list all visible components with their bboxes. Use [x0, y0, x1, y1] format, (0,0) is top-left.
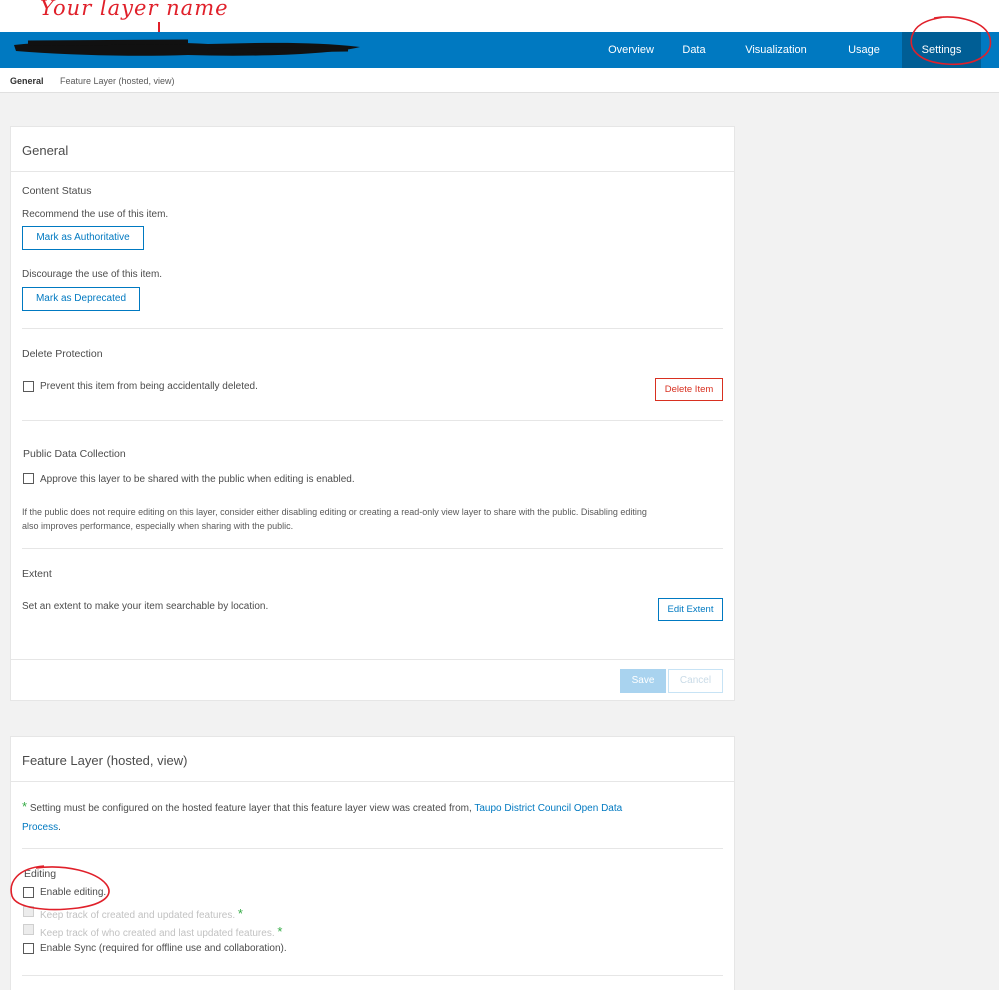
required-star-icon: * [22, 799, 28, 814]
note-end: . [58, 822, 61, 833]
public-note-line2: also improves performance, especially wh… [22, 521, 294, 531]
keep-track-features-checkbox[interactable] [23, 906, 34, 917]
mark-deprecated-button[interactable]: Mark as Deprecated [22, 287, 140, 311]
delete-protection-heading: Delete Protection [22, 348, 103, 360]
save-button[interactable]: Save [620, 669, 666, 693]
editing-heading: Editing [24, 868, 57, 880]
divider [22, 848, 723, 849]
extent-heading: Extent [22, 568, 52, 580]
general-card: General Content Status Recommend the use… [10, 126, 735, 701]
required-star-icon: * [237, 906, 243, 921]
hosted-layer-link-cont[interactable]: Process [22, 822, 58, 833]
keep-track-who-checkbox[interactable] [23, 924, 34, 935]
discourage-text: Discourage the use of this item. [22, 269, 163, 280]
required-star-icon: * [277, 924, 283, 939]
mark-authoritative-button[interactable]: Mark as Authoritative [22, 226, 144, 250]
keep-track-who-text: Keep track of who created and last updat… [40, 928, 275, 939]
prevent-delete-checkbox[interactable] [23, 381, 34, 392]
enable-sync-checkbox[interactable] [23, 943, 34, 954]
feature-layer-card: Feature Layer (hosted, view) * Setting m… [10, 736, 735, 990]
divider [22, 420, 723, 421]
breadcrumb-feature-layer[interactable]: Feature Layer (hosted, view) [60, 76, 175, 86]
feature-layer-card-title: Feature Layer (hosted, view) [11, 737, 734, 782]
delete-item-button[interactable]: Delete Item [655, 378, 723, 401]
divider [22, 975, 723, 976]
nav-tab-settings[interactable]: Settings [902, 32, 981, 68]
divider [22, 548, 723, 549]
redacted-layer-title [14, 39, 360, 56]
keep-track-who-label: Keep track of who created and last updat… [40, 924, 282, 939]
annotation-strip: Your layer name [0, 0, 999, 43]
keep-track-features-label: Keep track of created and updated featur… [40, 906, 243, 921]
keep-track-features-text: Keep track of created and updated featur… [40, 910, 236, 921]
edit-extent-button[interactable]: Edit Extent [658, 598, 723, 621]
enable-editing-label: Enable editing. [40, 887, 107, 898]
hosted-layer-link[interactable]: Taupo District Council Open Data [474, 803, 622, 814]
breadcrumb-general[interactable]: General [10, 76, 44, 86]
enable-sync-label: Enable Sync (required for offline use an… [40, 943, 287, 954]
content-status-heading: Content Status [22, 185, 92, 197]
extent-text: Set an extent to make your item searchab… [22, 601, 269, 612]
recommend-text: Recommend the use of this item. [22, 209, 169, 220]
breadcrumb: General Feature Layer (hosted, view) [0, 68, 999, 93]
approve-public-checkbox[interactable] [23, 473, 34, 484]
nav-tab-overview[interactable]: Overview [599, 32, 663, 68]
nav-tabs: Overview Data Visualization Usage Settin… [599, 32, 999, 68]
enable-editing-checkbox[interactable] [23, 887, 34, 898]
divider [22, 328, 723, 329]
cancel-button[interactable]: Cancel [668, 669, 723, 693]
annotation-text: Your layer name [40, 0, 229, 20]
configuration-note: * Setting must be configured on the host… [22, 797, 712, 837]
nav-tab-usage[interactable]: Usage [833, 32, 895, 68]
nav-tab-data[interactable]: Data [672, 32, 716, 68]
divider [11, 659, 734, 660]
prevent-delete-label: Prevent this item from being accidentall… [40, 381, 258, 392]
public-data-heading: Public Data Collection [23, 448, 126, 460]
configuration-note-text: Setting must be configured on the hosted… [29, 803, 472, 814]
approve-public-label: Approve this layer to be shared with the… [40, 474, 355, 485]
nav-tab-visualization[interactable]: Visualization [730, 32, 822, 68]
public-note-line1: If the public does not require editing o… [22, 507, 647, 517]
general-card-title: General [11, 127, 734, 172]
